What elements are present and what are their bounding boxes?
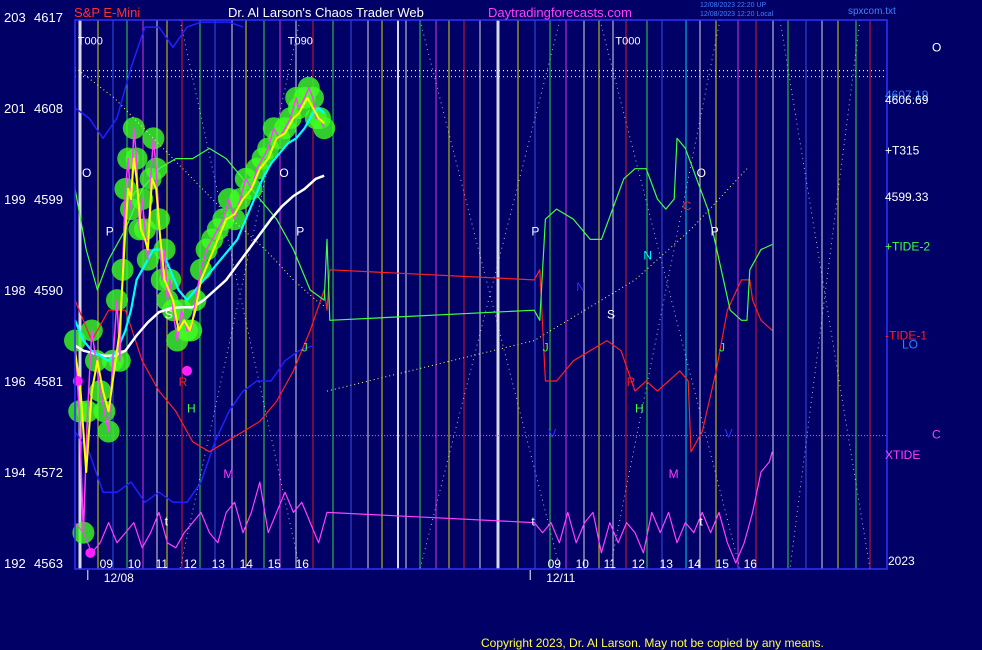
x-hour-tick-label: 16 [296, 557, 310, 571]
x-hour-tick-label: 09 [100, 557, 114, 571]
cycle-annotation-label: O [279, 166, 288, 180]
y-tick-label-left: 196 [4, 374, 26, 389]
reference-level-label: T000 [78, 35, 103, 47]
cycle-annotation-label: P [531, 224, 539, 238]
x-hour-tick-label: 13 [660, 557, 674, 571]
y-tick-label-left: 192 [4, 556, 26, 571]
cycle-annotation-label: M [223, 467, 233, 481]
y-tick-label-left: 199 [4, 192, 26, 207]
cycle-annotation-label: V [548, 427, 556, 441]
right-level-label: +TIDE-2 [885, 240, 930, 254]
x-hour-tick-label: 15 [268, 557, 282, 571]
cycle-annotation-label: J [719, 341, 725, 355]
highlight-point [85, 547, 96, 558]
cycle-annotation-label: S [165, 307, 173, 321]
x-hour-tick-label: 16 [744, 557, 758, 571]
cycle-annotation-label: P [711, 224, 719, 238]
cycle-annotation-label: P [296, 224, 304, 238]
timestamp-line-1: 12/08/2023 22:20 UP [700, 2, 766, 9]
cycle-annotation-label: J [302, 341, 308, 355]
cycle-annotation-label: H [635, 401, 644, 415]
reference-level-label: T000 [615, 35, 640, 47]
site-title: Dr. Al Larson's Chaos Trader Web [228, 5, 424, 20]
copyright: Copyright 2023, Dr. Al Larson. May not b… [481, 636, 824, 650]
x-hour-tick-label: 13 [212, 557, 226, 571]
x-hour-tick-label: 10 [576, 557, 590, 571]
cycle-annotation-label: P [106, 224, 114, 238]
x-hour-tick-label: 15 [716, 557, 730, 571]
right-level-label: C [932, 428, 941, 442]
chart-background [0, 0, 982, 650]
x-date-label: 12/08 [104, 571, 134, 585]
y-tick-label-left: 203 [4, 10, 26, 25]
right-level-label: 4599.33 [885, 190, 929, 204]
x-hour-tick-label: 11 [604, 557, 617, 571]
y-tick-label-price: 4563 [34, 556, 63, 571]
y-tick-label-price: 4581 [34, 374, 63, 389]
x-hour-tick-label: 09 [548, 557, 562, 571]
cycle-annotation-label: N [576, 280, 585, 294]
right-level-label: 4606.69 [885, 93, 929, 107]
cycle-annotation-label: H [187, 401, 196, 415]
x-hour-tick-label: 14 [688, 557, 702, 571]
right-level-label: XTIDE [885, 448, 920, 462]
reference-level-label: T090 [288, 35, 313, 47]
x-hour-tick-label: 14 [240, 557, 254, 571]
cycle-annotation-label: O [697, 166, 706, 180]
x-hour-tick-label: 10 [128, 557, 142, 571]
x-hour-tick-label: 12 [184, 557, 198, 571]
price-halo-dot [313, 117, 336, 140]
y-tick-label-price: 4590 [34, 283, 63, 298]
x-date-label: 12/11 [546, 571, 575, 585]
y-tick-label-price: 4572 [34, 465, 63, 480]
cycle-annotation-label: M [669, 467, 679, 481]
y-tick-label-price: 4599 [34, 192, 63, 207]
cycle-annotation-label: N [643, 249, 652, 263]
cycle-annotation-label: R [179, 375, 188, 389]
instrument-title: S&P E-Mini [74, 5, 140, 20]
x-hour-tick-label: 11 [156, 557, 169, 571]
y-tick-label-price: 4608 [34, 101, 63, 116]
cycle-annotation-label: R [627, 375, 636, 389]
cycle-annotation-label: S [607, 307, 615, 321]
timestamp-line-2: 12/08/2023 12:20 Local [700, 11, 774, 18]
file-name: spxcom.txt [848, 6, 896, 17]
y-tick-label-left: 194 [4, 465, 26, 480]
right-level-label: O [932, 40, 941, 54]
y-tick-label-left: 201 [4, 101, 26, 116]
chaos-trader-chart: T000 T090 T000 OPSRHMtOPJPJVtNSRHNMCOPtJV … [0, 0, 982, 650]
cycle-annotation-label: J [543, 341, 549, 355]
right-level-label: LO [902, 338, 918, 352]
cycle-annotation-label: O [82, 166, 91, 180]
year-label: 2023 [888, 554, 915, 568]
cycle-annotation-label: V [725, 427, 733, 441]
right-level-label: +T315 [885, 143, 920, 157]
y-tick-label-price: 4617 [34, 10, 63, 25]
site-link[interactable]: Daytradingforecasts.com [488, 5, 632, 20]
x-hour-tick-label: 12 [632, 557, 646, 571]
y-tick-label-left: 198 [4, 283, 26, 298]
cycle-annotation-label: C [683, 199, 692, 213]
